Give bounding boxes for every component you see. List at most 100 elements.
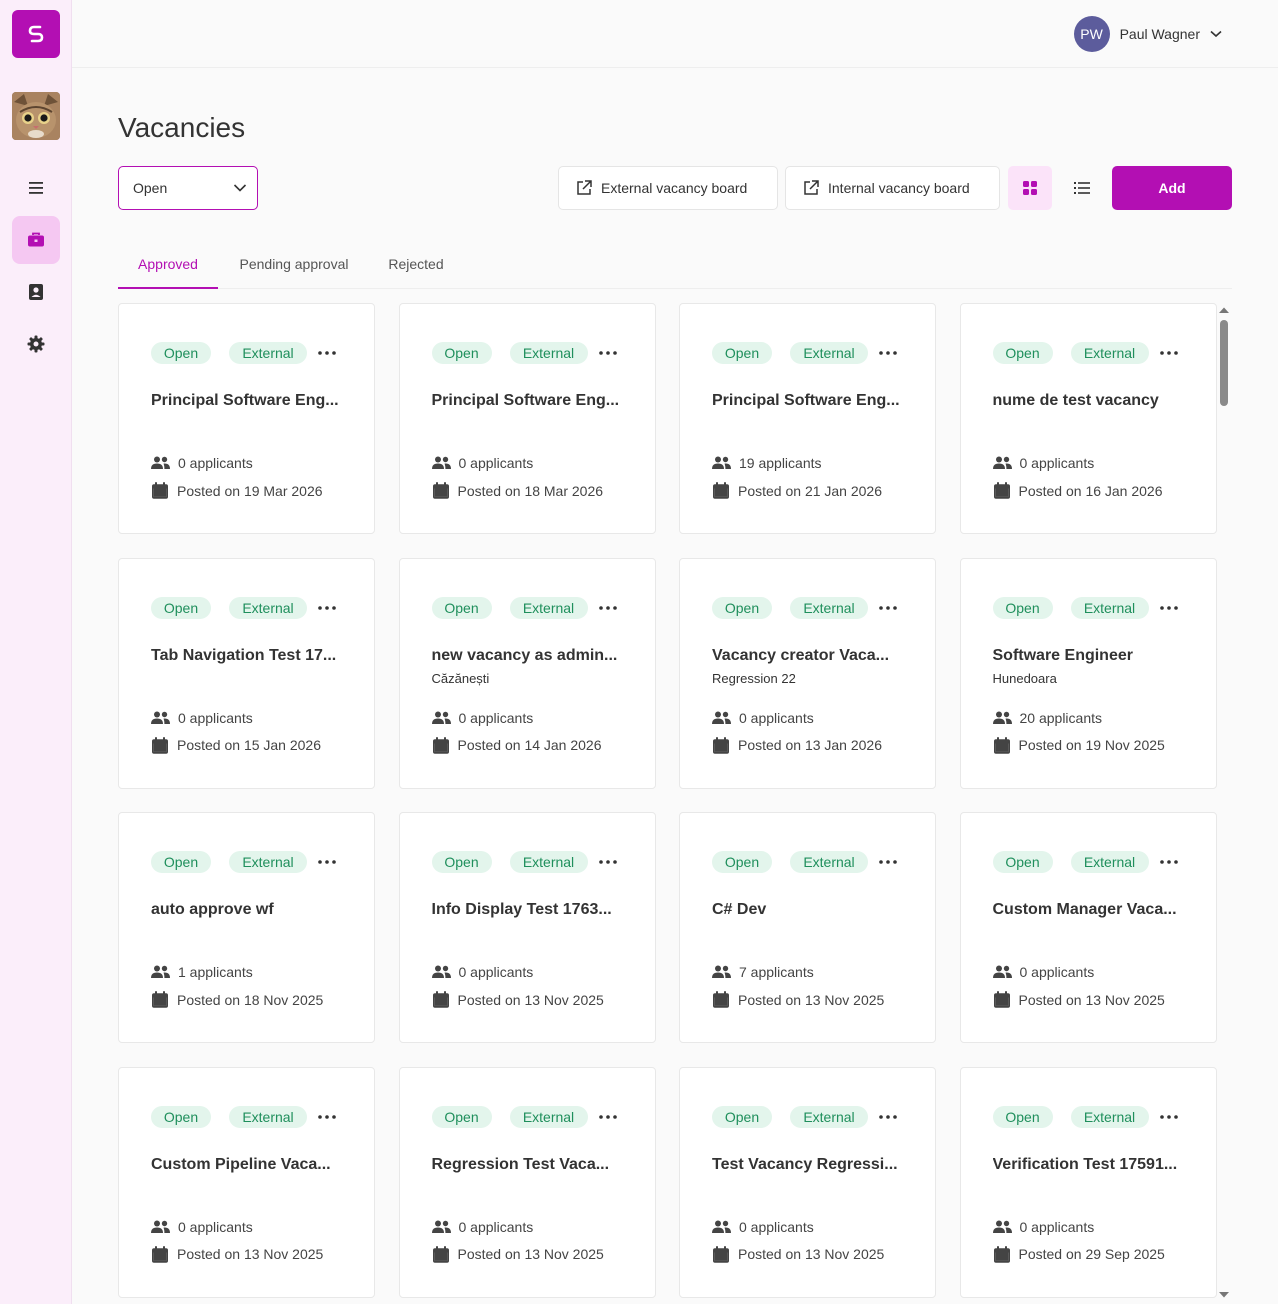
posted-date: Posted on 13 Nov 2025 bbox=[151, 1245, 323, 1263]
posted-date-label: Posted on 18 Nov 2025 bbox=[177, 991, 324, 1008]
external-vacancy-board-button[interactable]: External vacancy board bbox=[558, 166, 778, 210]
applicants-label: 0 applicants bbox=[458, 455, 534, 471]
posted-date-label: Posted on 13 Nov 2025 bbox=[738, 991, 885, 1008]
vacancy-card[interactable]: Open External auto approve wf 1 applican… bbox=[118, 812, 375, 1043]
vacancy-title[interactable]: Tab Navigation Test 17... bbox=[151, 647, 351, 665]
scrollbar-thumb[interactable] bbox=[1220, 320, 1228, 406]
applicants-count: 0 applicants bbox=[992, 455, 1094, 471]
more-horizontal-icon bbox=[598, 860, 617, 864]
vacancy-title[interactable]: Info Display Test 1763... bbox=[432, 901, 632, 919]
vacancy-title[interactable]: auto approve wf bbox=[151, 901, 351, 919]
vacancy-title[interactable]: new vacancy as admin... bbox=[432, 647, 632, 665]
more-options-button[interactable] bbox=[317, 597, 337, 619]
applicants-label: 19 applicants bbox=[739, 455, 822, 471]
more-horizontal-icon bbox=[318, 1114, 336, 1119]
people-icon bbox=[431, 965, 451, 978]
status-filter-select[interactable]: Open bbox=[118, 166, 258, 210]
nav-contacts[interactable] bbox=[12, 268, 60, 316]
company-avatar[interactable] bbox=[12, 92, 60, 140]
calendar-icon bbox=[152, 736, 168, 754]
calendar-icon bbox=[993, 736, 1010, 754]
list-view-button[interactable] bbox=[1060, 166, 1104, 210]
more-options-button[interactable] bbox=[598, 1106, 618, 1128]
vacancy-card[interactable]: Open External Vacancy creator Vaca... Re… bbox=[679, 557, 936, 789]
vacancy-title[interactable]: Principal Software Eng... bbox=[151, 392, 351, 410]
more-options-button[interactable] bbox=[598, 851, 618, 873]
vacancy-card[interactable]: Open External C# Dev 7 applicants Posted… bbox=[679, 812, 936, 1043]
vacancy-title[interactable]: Software Engineer bbox=[993, 647, 1193, 665]
visibility-badge: External bbox=[1070, 342, 1149, 364]
vacancy-title[interactable]: Test Vacancy Regressi... bbox=[712, 1156, 912, 1174]
vacancy-card[interactable]: Open External Principal Software Eng... … bbox=[679, 303, 936, 534]
more-options-button[interactable] bbox=[1159, 851, 1179, 873]
scroll-down-arrow-icon[interactable] bbox=[1218, 1291, 1230, 1299]
applicants-count: 0 applicants bbox=[431, 1219, 533, 1235]
nav-settings[interactable] bbox=[12, 320, 60, 368]
more-horizontal-icon bbox=[598, 351, 617, 355]
more-options-button[interactable] bbox=[598, 342, 618, 364]
posted-date-label: Posted on 19 Nov 2025 bbox=[1018, 737, 1165, 753]
vacancy-card[interactable]: Open External Principal Software Eng... … bbox=[118, 303, 375, 534]
people-icon bbox=[712, 456, 731, 469]
vacancy-title[interactable]: Custom Pipeline Vaca... bbox=[151, 1156, 351, 1174]
more-options-button[interactable] bbox=[878, 851, 898, 873]
vacancy-card[interactable]: Open External Verification Test 17591...… bbox=[959, 1066, 1217, 1298]
briefcase-icon bbox=[28, 232, 44, 247]
applicants-label: 0 applicants bbox=[1019, 1218, 1095, 1235]
vacancy-card[interactable]: Open External Principal Software Eng... … bbox=[398, 303, 656, 534]
vacancy-card[interactable]: Open External Software Engineer Hunedoar… bbox=[959, 557, 1217, 789]
vacancy-title[interactable]: C# Dev bbox=[712, 901, 912, 919]
applicants-label: 0 applicants bbox=[178, 455, 253, 471]
vacancy-title[interactable]: Custom Manager Vaca... bbox=[993, 901, 1193, 919]
internal-vacancy-board-button[interactable]: Internal vacancy board bbox=[785, 166, 1000, 210]
vacancy-card[interactable]: Open External Test Vacancy Regressi... 0… bbox=[679, 1066, 936, 1298]
more-options-button[interactable] bbox=[878, 342, 898, 364]
vacancy-card[interactable]: Open External nume de test vacancy 0 app… bbox=[959, 303, 1217, 534]
vacancy-card[interactable]: Open External Custom Pipeline Vaca... 0 … bbox=[118, 1066, 375, 1298]
nav-vacancies[interactable] bbox=[12, 216, 60, 264]
vacancy-card[interactable]: Open External Regression Test Vaca... 0 … bbox=[398, 1066, 656, 1298]
more-options-button[interactable] bbox=[317, 1106, 337, 1128]
vacancy-title[interactable]: nume de test vacancy bbox=[993, 392, 1193, 410]
more-options-button[interactable] bbox=[1159, 342, 1179, 364]
tab-approved[interactable]: Approved bbox=[118, 240, 218, 289]
app-logo[interactable] bbox=[12, 10, 60, 58]
tab-pending-approval[interactable]: Pending approval bbox=[226, 240, 362, 288]
more-options-button[interactable] bbox=[1159, 1106, 1179, 1128]
posted-date: Posted on 19 Mar 2026 bbox=[151, 482, 323, 499]
status-badge: Open bbox=[712, 1105, 772, 1128]
vacancy-title[interactable]: Verification Test 17591... bbox=[993, 1156, 1193, 1174]
more-options-button[interactable] bbox=[878, 597, 898, 619]
vacancy-grid: Open External Principal Software Eng... … bbox=[118, 303, 1218, 1304]
menu-button[interactable] bbox=[12, 164, 60, 212]
visibility-badge: External bbox=[1070, 1105, 1149, 1128]
applicants-count: 0 applicants bbox=[431, 710, 533, 726]
sidebar bbox=[0, 0, 72, 1304]
vacancy-card[interactable]: Open External Info Display Test 1763... … bbox=[398, 812, 656, 1043]
more-horizontal-icon bbox=[318, 605, 336, 610]
vacancy-title[interactable]: Principal Software Eng... bbox=[712, 392, 912, 410]
vacancy-title[interactable]: Vacancy creator Vaca... bbox=[712, 647, 912, 665]
more-horizontal-icon bbox=[1159, 1114, 1178, 1119]
more-options-button[interactable] bbox=[317, 851, 337, 873]
vacancy-title[interactable]: Principal Software Eng... bbox=[432, 392, 632, 410]
vacancy-card[interactable]: Open External Custom Manager Vaca... 0 a… bbox=[959, 812, 1217, 1043]
more-options-button[interactable] bbox=[878, 1106, 898, 1128]
add-vacancy-button[interactable]: Add bbox=[1112, 166, 1232, 210]
user-menu[interactable]: PW Paul Wagner bbox=[1073, 16, 1222, 52]
more-options-button[interactable] bbox=[317, 342, 337, 364]
tab-rejected[interactable]: Rejected bbox=[380, 240, 452, 288]
more-options-button[interactable] bbox=[1159, 597, 1179, 619]
people-icon bbox=[712, 965, 731, 978]
more-horizontal-icon bbox=[1159, 351, 1178, 355]
applicants-count: 1 applicants bbox=[151, 964, 253, 980]
people-icon bbox=[431, 456, 451, 469]
vacancy-title[interactable]: Regression Test Vaca... bbox=[432, 1156, 632, 1174]
vacancy-card[interactable]: Open External Tab Navigation Test 17... … bbox=[118, 557, 375, 789]
scroll-up-arrow-icon[interactable] bbox=[1218, 306, 1230, 314]
grid-view-button[interactable] bbox=[1008, 166, 1052, 210]
more-options-button[interactable] bbox=[598, 597, 618, 619]
visibility-badge: External bbox=[790, 851, 868, 873]
vacancy-card[interactable]: Open External new vacancy as admin... Că… bbox=[398, 557, 656, 789]
visibility-badge: External bbox=[1070, 851, 1149, 873]
